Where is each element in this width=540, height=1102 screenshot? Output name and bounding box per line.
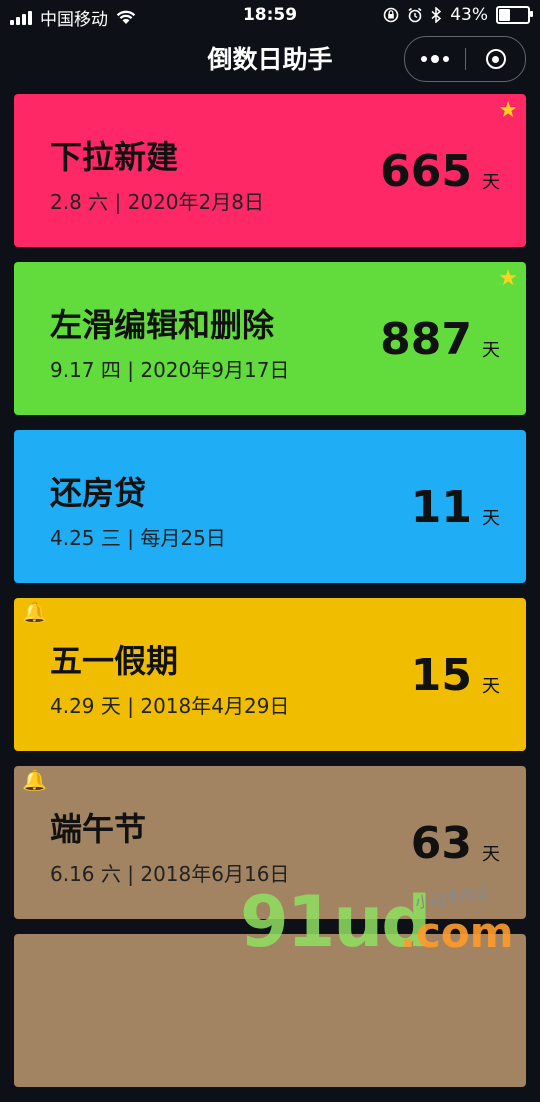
card-unit: 天 [482,172,500,193]
card-date: 2.8 六 | 2020年2月8日 [50,190,264,214]
battery-fill [499,9,510,21]
countdown-card[interactable]: 🔔 五一假期 4.29 天 | 2018年4月29日 15 天 [14,598,526,751]
miniprogram-capsule [404,36,526,82]
countdown-card[interactable] [14,934,526,1087]
target-icon [485,49,506,69]
more-dots-icon [421,56,427,62]
card-date: 6.16 六 | 2018年6月16日 [50,862,290,886]
alarm-icon [408,7,422,23]
card-title: 还房贷 [50,474,147,512]
star-icon: ★ [498,266,518,291]
bluetooth-icon [431,7,442,23]
card-days: 11 [410,482,472,533]
card-days: 665 [380,146,472,197]
card-title: 下拉新建 [50,138,179,176]
card-date: 9.17 四 | 2020年9月17日 [50,358,290,382]
card-title: 五一假期 [50,642,179,680]
more-button[interactable] [405,37,465,81]
close-miniprogram-button[interactable] [466,37,525,81]
card-unit: 天 [482,844,500,865]
card-date: 4.29 天 | 2018年4月29日 [50,694,290,718]
card-unit: 天 [482,340,500,361]
nav-bar: 倒数日助手 [0,30,540,88]
card-date: 4.25 三 | 每月25日 [50,526,226,550]
battery-icon [496,6,533,24]
countdown-card[interactable]: ★ 下拉新建 2.8 六 | 2020年2月8日 665 天 [14,94,526,247]
card-title: 左滑编辑和删除 [50,306,275,344]
card-days: 15 [410,650,472,701]
countdown-card[interactable]: 还房贷 4.25 三 | 每月25日 11 天 [14,430,526,583]
card-title: 端午节 [50,810,147,848]
status-bar: 中国移动 18:59 43% [0,0,540,30]
star-icon: ★ [498,98,518,123]
countdown-list: ★ 下拉新建 2.8 六 | 2020年2月8日 665 天 ★ 左滑编辑和删除… [14,94,526,1102]
card-unit: 天 [482,508,500,529]
card-days: 63 [410,818,472,869]
status-right: 43% [383,5,533,25]
card-days: 887 [380,314,472,365]
card-unit: 天 [482,676,500,697]
bell-icon: 🔔 [22,600,47,624]
countdown-card[interactable]: 🔔 端午节 6.16 六 | 2018年6月16日 63 天 [14,766,526,919]
battery-percent: 43% [450,5,488,25]
countdown-card[interactable]: ★ 左滑编辑和删除 9.17 四 | 2020年9月17日 887 天 [14,262,526,415]
bell-icon: 🔔 [22,768,47,792]
rotation-lock-icon [383,7,399,23]
